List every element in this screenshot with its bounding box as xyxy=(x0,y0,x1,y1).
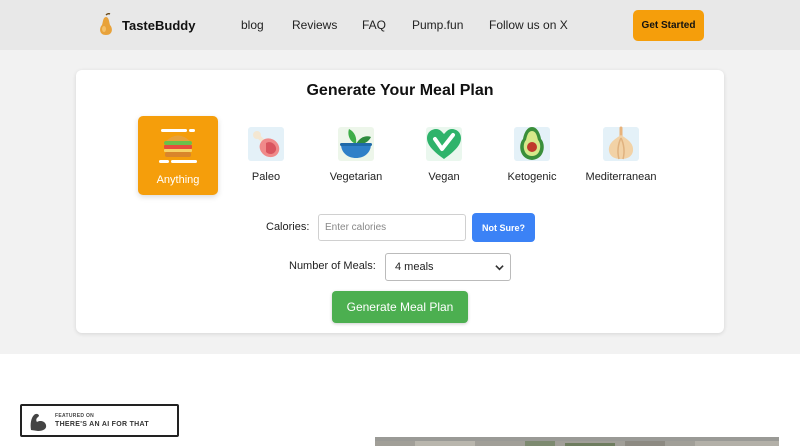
generate-meal-plan-button[interactable]: Generate Meal Plan xyxy=(332,291,468,323)
nav-pump-fun[interactable]: Pump.fun xyxy=(412,18,463,32)
diet-label-ketogenic: Ketogenic xyxy=(507,171,557,183)
nav-reviews[interactable]: Reviews xyxy=(292,18,337,32)
badge-name: THERE'S AN AI FOR THAT xyxy=(55,420,149,428)
nav-blog[interactable]: blog xyxy=(241,18,264,32)
diet-label-paleo: Paleo xyxy=(251,171,281,183)
diet-option-vegetarian[interactable]: Vegetarian xyxy=(316,116,396,195)
calories-label: Calories: xyxy=(266,221,310,233)
salad-bowl-icon xyxy=(338,127,374,161)
badge-featured-on: FEATURED ON xyxy=(55,412,95,419)
diet-label-anything: Anything xyxy=(156,174,200,186)
meal-plan-card: Generate Your Meal Plan Anything Paleo V… xyxy=(76,70,724,333)
top-nav-bar: TasteBuddy blog Reviews FAQ Pump.fun Fol… xyxy=(0,0,800,50)
brand-name: TasteBuddy xyxy=(122,17,196,33)
diet-option-paleo[interactable]: Paleo xyxy=(226,116,306,195)
meat-icon xyxy=(248,127,284,161)
photo-texture xyxy=(375,441,779,446)
chevron-down-icon xyxy=(495,265,504,271)
meals-label: Number of Meals: xyxy=(289,260,376,272)
diet-label-vegetarian: Vegetarian xyxy=(329,171,383,183)
pear-logo-icon xyxy=(100,13,112,35)
diet-option-ketogenic[interactable]: Ketogenic xyxy=(492,116,572,195)
meals-select[interactable]: 4 meals xyxy=(385,253,511,281)
featured-badge[interactable]: FEATURED ON THERE'S AN AI FOR THAT xyxy=(20,404,179,437)
nav-follow-x[interactable]: Follow us on X xyxy=(489,18,568,32)
diet-option-vegan[interactable]: Vegan xyxy=(404,116,484,195)
diet-label-mediterranean: Mediterranean xyxy=(585,171,657,183)
calories-input[interactable] xyxy=(318,214,466,241)
nav-faq[interactable]: FAQ xyxy=(362,18,386,32)
brand[interactable]: TasteBuddy xyxy=(98,13,195,37)
get-started-button[interactable]: Get Started xyxy=(633,10,704,41)
diet-option-mediterranean[interactable]: Mediterranean xyxy=(581,116,661,195)
diet-option-anything[interactable]: Anything xyxy=(138,116,218,195)
not-sure-button[interactable]: Not Sure? xyxy=(472,213,535,242)
meals-select-value: 4 meals xyxy=(395,261,434,273)
flexing-arm-icon xyxy=(30,413,47,431)
vegan-heart-icon xyxy=(426,127,462,161)
sandwich-icon xyxy=(159,129,197,163)
avocado-icon xyxy=(514,127,550,161)
card-title: Generate Your Meal Plan xyxy=(306,82,494,99)
diet-label-vegan: Vegan xyxy=(428,171,460,183)
food-photo xyxy=(375,437,779,446)
garlic-icon xyxy=(603,126,639,161)
